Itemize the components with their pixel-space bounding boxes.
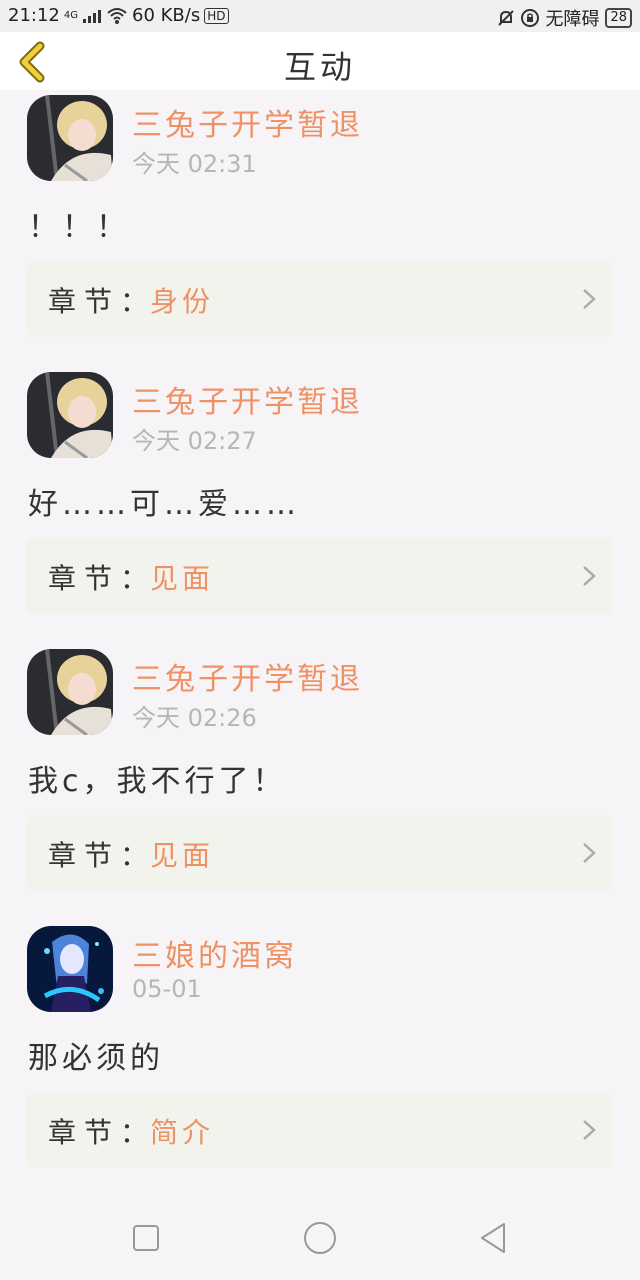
home-button[interactable] <box>300 1218 340 1258</box>
user-avatar[interactable] <box>27 372 113 458</box>
chapter-name: 见面 <box>150 562 215 595</box>
user-avatar[interactable] <box>27 95 113 181</box>
chapter-label: 章节： <box>48 839 157 872</box>
comment-item: 三兔子开学暂退 今天 02:31 ！！！ 章节： 身份 <box>0 90 640 368</box>
chevron-right-icon <box>583 843 596 863</box>
system-navigation-bar <box>0 1188 640 1280</box>
chapter-name: 见面 <box>150 839 215 872</box>
system-back-button[interactable] <box>474 1218 514 1258</box>
status-bar: 21:12 4G 60 KB/s HD 无障碍 28 <box>0 0 640 32</box>
chapter-label: 章节： <box>48 285 157 318</box>
comment-text: 我c，我不行了！ <box>28 764 287 799</box>
recent-apps-button[interactable] <box>126 1218 166 1258</box>
chapter-link-card[interactable]: 章节： 身份 <box>26 261 613 337</box>
chevron-right-icon <box>583 289 596 309</box>
comment-item: 三娘的酒窝 05-01 那必须的 章节： 简介 <box>0 921 640 1199</box>
comment-text: 那必须的 <box>28 1041 164 1076</box>
network-speed: 60 KB/s <box>132 5 201 26</box>
comment-username[interactable]: 三兔子开学暂退 <box>132 377 363 421</box>
comment-username[interactable]: 三兔子开学暂退 <box>132 654 363 698</box>
page-title: 互动 <box>283 48 356 86</box>
comment-text: ！！！ <box>28 210 130 245</box>
chapter-link-card[interactable]: 章节： 简介 <box>26 1092 613 1168</box>
comment-username[interactable]: 三兔子开学暂退 <box>132 100 363 144</box>
comment-text: 好……可…爱…… <box>28 487 300 522</box>
triangle-back-icon <box>481 1223 505 1253</box>
user-avatar[interactable] <box>27 649 113 735</box>
status-time: 21:12 <box>8 5 60 26</box>
wifi-icon <box>107 7 127 24</box>
comment-time: 今天 02:26 <box>132 704 257 732</box>
chapter-link-card[interactable]: 章节： 见面 <box>26 538 613 614</box>
chapter-label: 章节： <box>48 1116 157 1149</box>
comment-time: 今天 02:31 <box>132 150 257 178</box>
network-type: 4G <box>63 10 78 21</box>
user-avatar[interactable] <box>27 926 113 1012</box>
chevron-right-icon <box>583 1120 596 1140</box>
chapter-label: 章节： <box>48 562 157 595</box>
comment-username[interactable]: 三娘的酒窝 <box>132 931 297 975</box>
lock-rotation-icon <box>521 9 540 27</box>
chapter-name: 身份 <box>150 285 215 318</box>
mute-bell-icon <box>498 10 515 26</box>
square-icon <box>133 1225 159 1251</box>
hd-badge: HD <box>204 7 229 24</box>
comment-item: 三兔子开学暂退 今天 02:26 我c，我不行了！ 章节： 见面 <box>0 644 640 922</box>
chapter-link-card[interactable]: 章节： 见面 <box>26 815 613 891</box>
top-app-bar: 互动 <box>0 32 640 90</box>
comment-time: 今天 02:27 <box>132 427 257 455</box>
circle-icon <box>304 1222 336 1254</box>
signal-icon <box>83 9 101 23</box>
accessibility-label: 无障碍 <box>545 9 600 30</box>
comment-item: 三兔子开学暂退 今天 02:27 好……可…爱…… 章节： 见面 <box>0 367 640 645</box>
battery-indicator: 28 <box>605 8 632 28</box>
chevron-right-icon <box>583 566 596 586</box>
chapter-name: 简介 <box>150 1116 215 1149</box>
comment-time: 05-01 <box>132 975 202 1003</box>
